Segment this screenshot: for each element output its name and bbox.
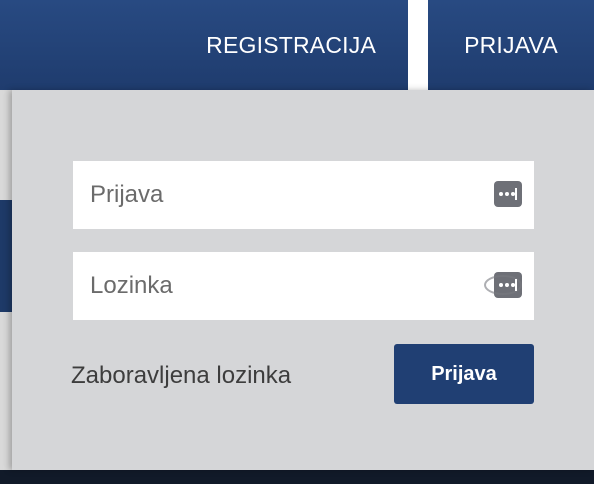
password-manager-key-icon[interactable] [484, 272, 522, 298]
register-nav-button[interactable]: REGISTRACIJA [0, 0, 408, 90]
password-field-container [73, 252, 534, 320]
login-nav-button[interactable]: PRIJAVA [428, 0, 594, 90]
top-navigation: REGISTRACIJA PRIJAVA [0, 0, 594, 90]
password-input[interactable] [73, 252, 534, 320]
background-footer-edge [0, 470, 594, 484]
login-panel: Zaboravljena lozinka Prijava [12, 90, 594, 470]
forgot-password-link[interactable]: Zaboravljena lozinka [71, 362, 291, 390]
username-field-container [73, 161, 534, 229]
nav-separator [408, 0, 428, 90]
password-manager-key-icon[interactable] [494, 181, 522, 207]
background-banner-edge [0, 200, 12, 312]
login-submit-button[interactable]: Prijava [394, 344, 534, 404]
username-input[interactable] [73, 161, 534, 229]
